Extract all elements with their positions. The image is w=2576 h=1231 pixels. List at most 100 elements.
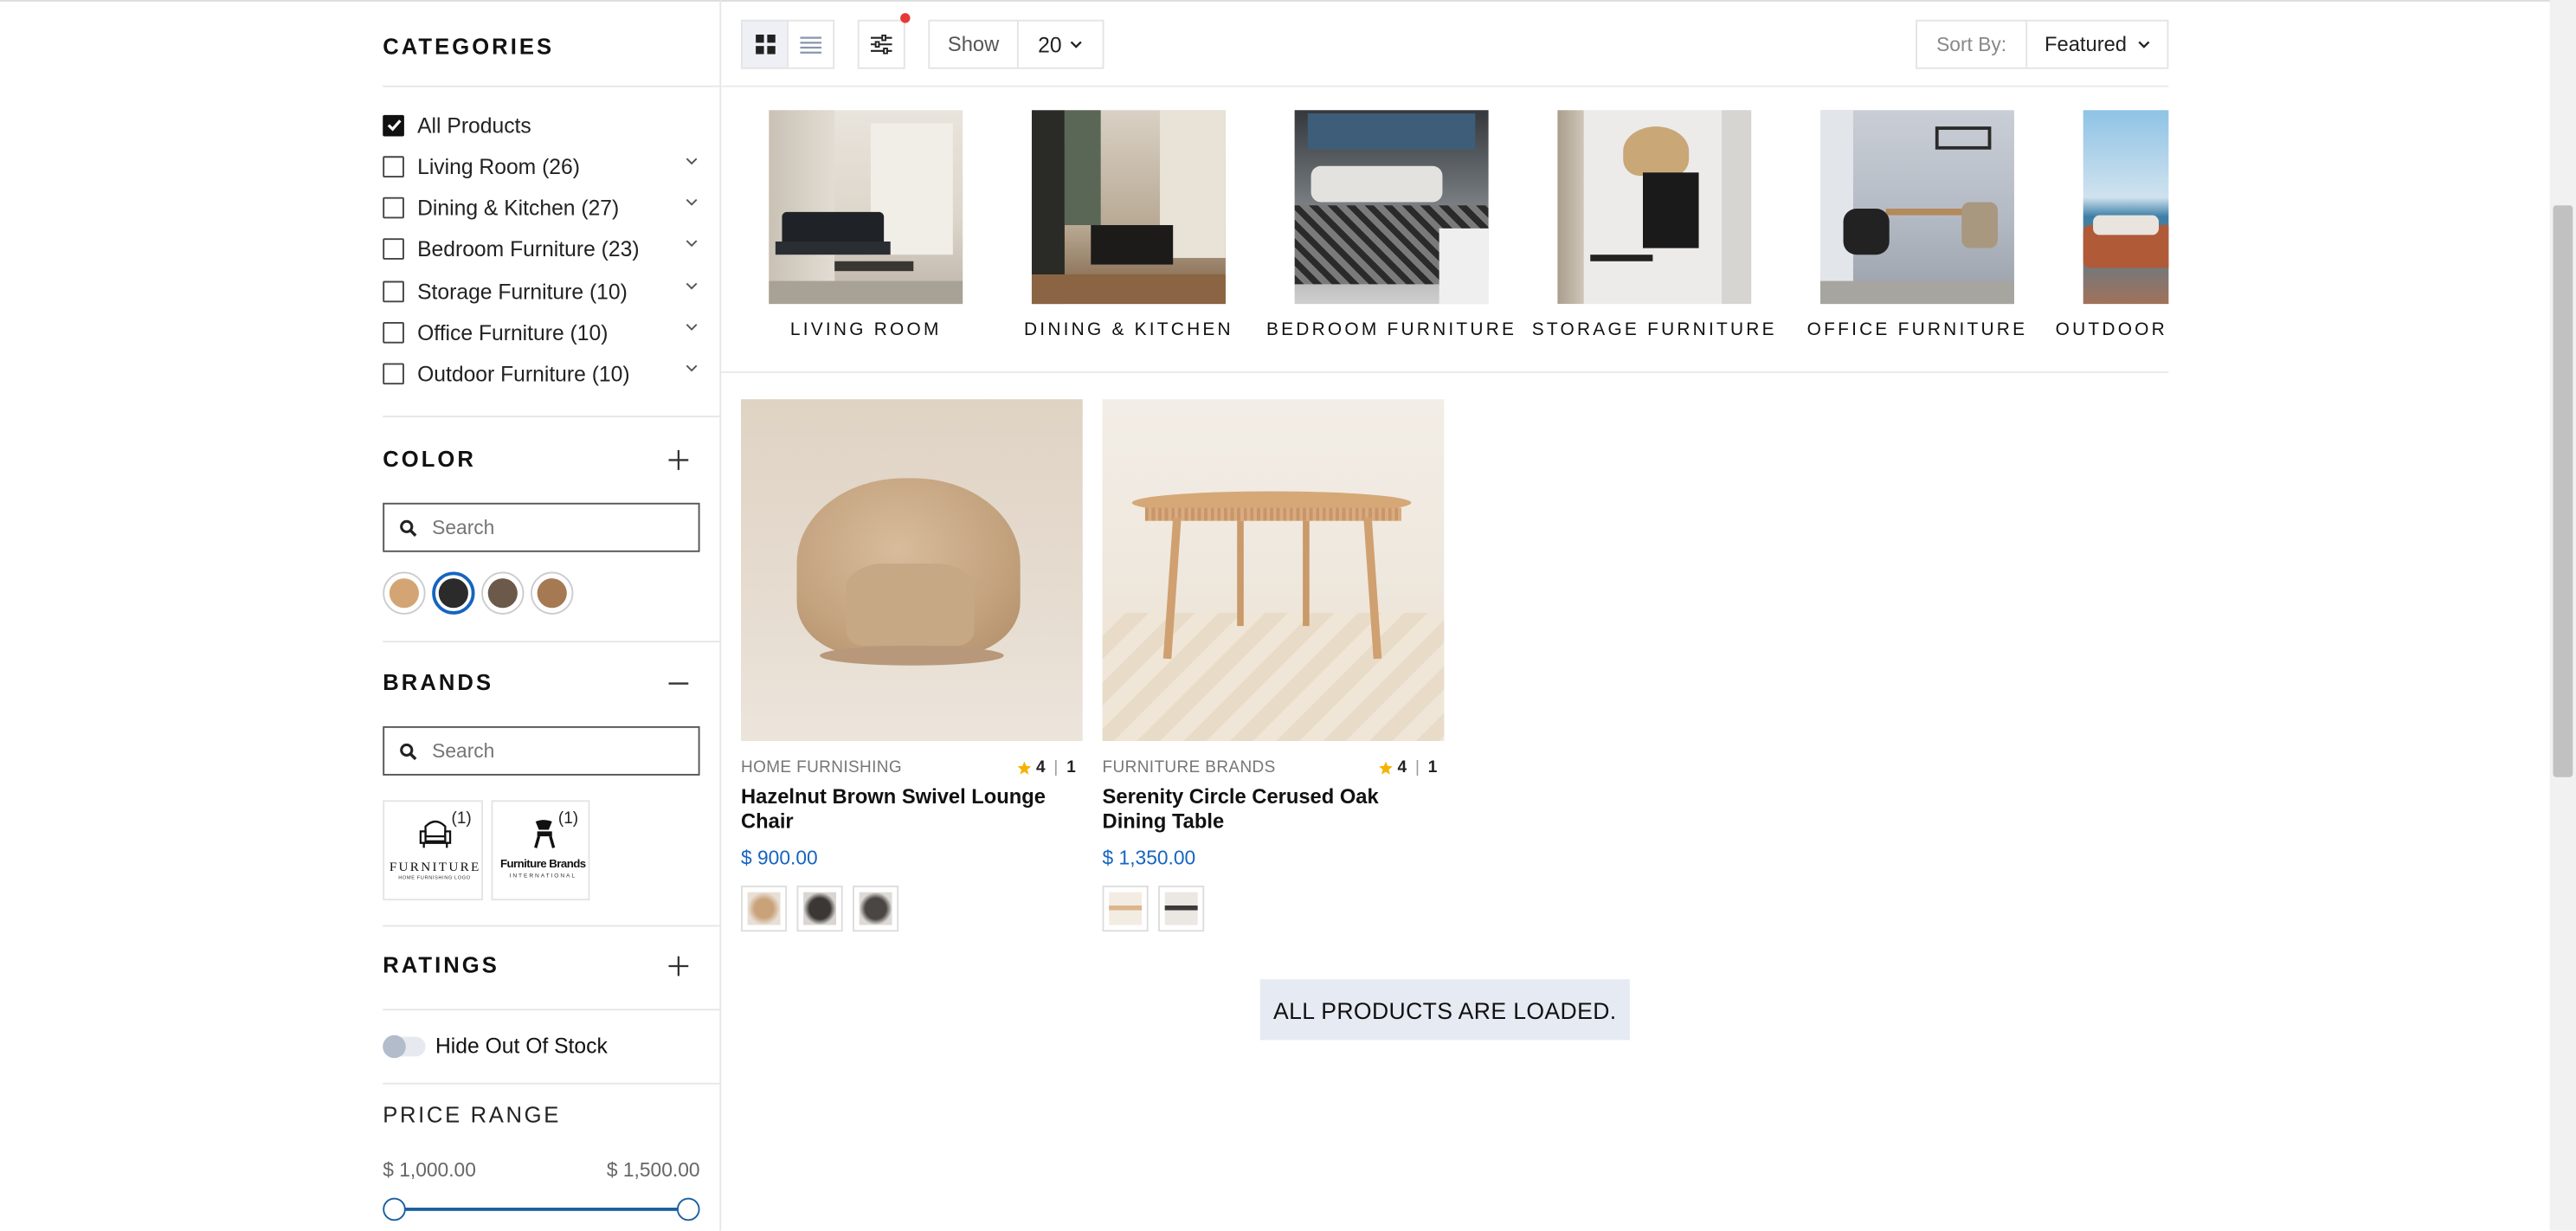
product-brand: FURNITURE BRANDS: [1102, 758, 1276, 777]
storage-furniture-image[interactable]: [1557, 110, 1752, 305]
category-card-living-room[interactable]: LIVING ROOM: [739, 110, 997, 340]
swatch-fill: [438, 578, 468, 609]
checkbox-checked[interactable]: [383, 113, 404, 136]
rating-value: 4: [1397, 758, 1407, 777]
brands-search-field[interactable]: [383, 725, 700, 776]
product-name[interactable]: Hazelnut Brown Swivel Lounge Chair: [741, 785, 1083, 835]
show-label: Show: [930, 21, 1019, 68]
category-label: STORAGE FURNITURE: [1531, 320, 1777, 340]
variant-thumbnail[interactable]: [1102, 886, 1149, 932]
brand-furniture-brands[interactable]: (1) Furniture Brands INTERNATIONAL: [491, 800, 590, 901]
category-living-room[interactable]: Living Room (26): [383, 153, 699, 179]
brand-name: Furniture Brands: [499, 859, 586, 871]
divider: [383, 1082, 720, 1085]
category-card-dining-kitchen[interactable]: DINING & KITCHEN: [997, 110, 1260, 340]
chevron-down-icon[interactable]: [684, 153, 700, 170]
variant-thumbnails: [740, 886, 1083, 932]
chevron-down-icon[interactable]: [684, 319, 700, 335]
armchair-logo-icon: [418, 820, 451, 848]
dining-kitchen-image[interactable]: [1031, 110, 1226, 305]
checkbox[interactable]: [383, 321, 404, 343]
chevron-down-icon: [2137, 41, 2149, 48]
category-card-storage-furniture[interactable]: STORAGE FURNITURE: [1523, 110, 1786, 340]
color-swatch[interactable]: [531, 571, 574, 615]
variant-thumbnail[interactable]: [853, 886, 899, 932]
category-dining-kitchen[interactable]: Dining & Kitchen (27): [383, 194, 699, 220]
variant-thumbnail[interactable]: [796, 886, 843, 932]
category-all-products[interactable]: All Products: [383, 112, 699, 138]
brands-title: BRANDS: [383, 670, 494, 695]
color-search-field[interactable]: [383, 502, 700, 552]
sort-select[interactable]: Featured: [2027, 22, 2167, 68]
sidebar-divider: [719, 0, 722, 1231]
product-brand: HOME FURNISHING: [740, 758, 903, 777]
show-per-page[interactable]: Show 20: [928, 19, 1104, 69]
scrollbar-thumb[interactable]: [2553, 205, 2573, 777]
grid-view-button[interactable]: [740, 19, 789, 69]
product-name[interactable]: Serenity Circle Cerused Oak Dining Table: [1103, 785, 1445, 835]
category-card-office-furniture[interactable]: OFFICE FURNITURE: [1786, 110, 2049, 340]
brands-search-input[interactable]: [432, 739, 679, 763]
living-room-image[interactable]: [769, 110, 963, 305]
checkbox[interactable]: [383, 155, 404, 177]
divider: [383, 1009, 720, 1011]
chair-logo-icon: [533, 820, 555, 848]
sort-by[interactable]: Sort By: Featured: [1916, 19, 2169, 69]
price-slider-track[interactable]: [392, 1208, 689, 1211]
brand-tagline: INTERNATIONAL: [509, 872, 576, 880]
out-of-stock-toggle[interactable]: [383, 1034, 426, 1058]
color-swatch[interactable]: [481, 571, 525, 615]
list-view-button[interactable]: [787, 19, 835, 69]
show-select[interactable]: 20: [1019, 22, 1103, 68]
chevron-down-icon[interactable]: [684, 235, 700, 251]
checkbox[interactable]: [383, 237, 404, 259]
chevron-down-icon[interactable]: [684, 278, 700, 294]
bedroom-furniture-image[interactable]: [1294, 110, 1489, 305]
product-card[interactable]: FURNITURE BRANDS 4 | 1 Serenity Circle C…: [1102, 399, 1445, 932]
plus-icon[interactable]: [667, 955, 691, 978]
checkbox[interactable]: [383, 280, 404, 302]
color-swatch[interactable]: [432, 571, 475, 615]
category-office-furniture[interactable]: Office Furniture (10): [383, 319, 699, 345]
product-image[interactable]: [740, 399, 1083, 741]
price-range-title: PRICE RANGE: [383, 1102, 562, 1128]
page-scrollbar[interactable]: [2549, 0, 2576, 1231]
category-card-outdoor-furniture[interactable]: OUTDOOR FURNITURE: [2049, 110, 2169, 340]
rating-separator: |: [1414, 758, 1420, 777]
product-image[interactable]: [1102, 399, 1445, 741]
price-max-value: $ 1,500.00: [606, 1158, 700, 1182]
brand-logo: FURNITURE HOME FURNISHING LOGO: [390, 818, 480, 882]
chevron-down-icon[interactable]: [684, 360, 700, 377]
swatch-fill: [487, 578, 518, 609]
hide-out-of-stock-row[interactable]: Hide Out Of Stock: [383, 1034, 608, 1058]
brand-name: FURNITURE: [389, 859, 481, 874]
brand-furniture[interactable]: (1) FURNITURE HOME FURNISHING LOGO: [383, 800, 484, 901]
color-search-input[interactable]: [432, 515, 679, 539]
price-slider-min-handle[interactable]: [383, 1197, 406, 1221]
sort-value: Featured: [2045, 32, 2127, 56]
product-card[interactable]: HOME FURNISHING 4 | 1 Hazelnut Brown Swi…: [740, 399, 1083, 932]
category-bedroom-furniture[interactable]: Bedroom Furniture (23): [383, 235, 699, 261]
price-slider-max-handle[interactable]: [676, 1197, 700, 1221]
checkbox[interactable]: [383, 362, 404, 384]
color-swatches: [383, 571, 574, 615]
category-label: OUTDOOR FURNITURE: [2055, 320, 2169, 340]
review-count: 1: [1427, 758, 1438, 777]
chevron-down-icon[interactable]: [684, 194, 700, 210]
category-storage-furniture[interactable]: Storage Furniture (10): [383, 278, 699, 304]
category-carousel: LIVING ROOM DINING & KITCHEN BEDROOM FUR…: [739, 110, 2169, 348]
product-rating: 4 | 1: [1378, 759, 1445, 777]
color-swatch[interactable]: [383, 571, 426, 615]
category-card-bedroom-furniture[interactable]: BEDROOM FURNITURE: [1260, 110, 1523, 340]
variant-thumbnail[interactable]: [1158, 886, 1205, 932]
product-price: $ 1,350.00: [1102, 846, 1196, 870]
checkbox[interactable]: [383, 196, 404, 218]
variant-thumbnail[interactable]: [740, 886, 788, 932]
outdoor-furniture-image[interactable]: [2083, 110, 2169, 305]
minus-icon[interactable]: [667, 672, 691, 695]
office-furniture-image[interactable]: [1819, 110, 2014, 305]
filter-settings-button[interactable]: [857, 13, 911, 69]
category-outdoor-furniture[interactable]: Outdoor Furniture (10): [383, 360, 699, 386]
plus-icon[interactable]: [667, 448, 691, 472]
brand-tagline: HOME FURNISHING LOGO: [398, 873, 471, 881]
